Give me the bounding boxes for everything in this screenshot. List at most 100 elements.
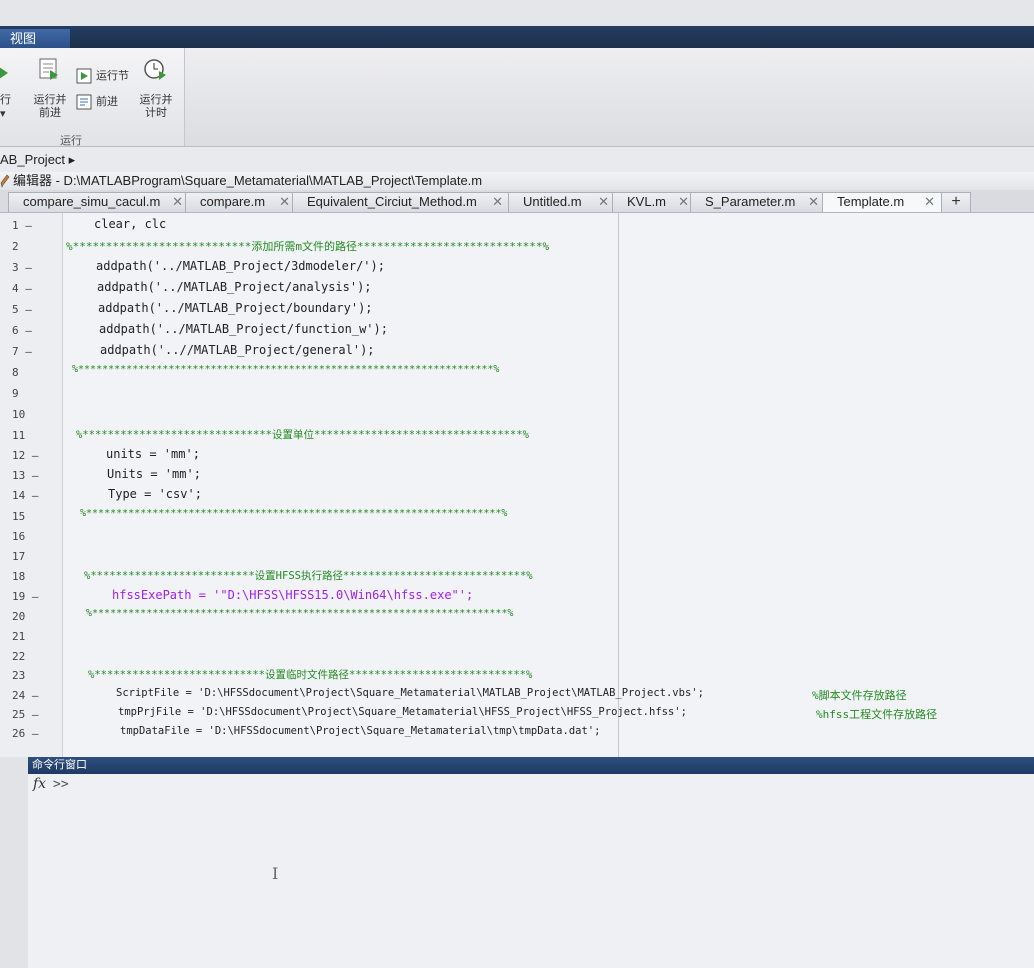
code-inline-comment[interactable]: %脚本文件存放路径 [812,687,907,703]
advance-button[interactable]: 前进 [96,96,118,109]
line-number: 21 [12,630,26,643]
code-comment-line[interactable]: %***************************添加所需m文件的路径**… [66,238,549,254]
code-line[interactable]: hfssExePath = '"D:\HFSS\HFSS15.0\Win64\h… [112,588,473,602]
line-number: 17 [12,550,26,563]
line-number: 9 [12,387,19,400]
run-and-advance-icon[interactable] [36,56,62,82]
line-number: 7 — [12,345,32,358]
tab-kvl[interactable]: KVL.m ✕ [612,192,696,212]
line-number: 15 [12,510,26,523]
run-button-label[interactable]: 行 [0,94,11,107]
ribbon: 行 ▾ 运行并 前进 运行节 前进 运行并 计时 运行 [0,48,1034,147]
close-icon[interactable]: ✕ [598,193,609,211]
add-tab-button[interactable]: + [941,192,971,212]
code-comment-line[interactable]: %***************************************… [86,608,513,619]
tab-label: Untitled.m [523,194,582,209]
run-section: 行 ▾ 运行并 前进 运行节 前进 运行并 计时 运行 [0,48,185,147]
line-number: 26 — [12,727,39,740]
code-editor[interactable]: 1 — 2 3 — 4 — 5 — 6 — 7 — 8 9 10 11 12 —… [0,213,1034,757]
code-line[interactable]: addpath('../MATLAB_Project/function_w'); [99,322,388,336]
code-comment-line[interactable]: %**************************设置HFSS执行路径***… [84,568,533,583]
run-section-icon[interactable] [76,68,92,84]
close-icon[interactable]: ✕ [924,193,935,211]
run-and-time-icon[interactable] [142,56,168,82]
close-icon[interactable]: ✕ [172,193,183,211]
run-group-label: 运行 [60,135,82,147]
tab-untitled[interactable]: Untitled.m ✕ [508,192,616,212]
editor-title-bar: 编辑器 - D:\MATLABProgram\Square_Metamateri… [0,172,1034,190]
close-icon[interactable]: ✕ [492,193,503,211]
line-number: 19 — [12,590,39,603]
code-line[interactable]: addpath('..//MATLAB_Project/general'); [100,343,375,357]
command-prompt: >> [53,777,69,792]
breadcrumb[interactable]: AB_Project ▸ [0,152,75,167]
tab-view[interactable]: 视图 [0,29,70,48]
line-number: 16 [12,530,26,543]
advance-icon[interactable] [76,94,92,110]
line-number: 2 [12,240,19,253]
line-number: 22 [12,650,26,663]
code-line[interactable]: addpath('../MATLAB_Project/boundary'); [98,301,373,315]
editor-tabs: compare_simu_cacul.m ✕ compare.m ✕ Equiv… [0,190,1034,213]
line-number: 6 — [12,324,32,337]
editor-title: 编辑器 - D:\MATLABProgram\Square_Metamateri… [13,173,483,188]
address-bar[interactable]: AB_Project ▸ [0,150,1034,170]
run-dropdown-icon[interactable]: ▾ [0,108,6,121]
tab-label: compare.m [200,194,266,209]
code-line[interactable]: units = 'mm'; [106,447,200,461]
line-number: 12 — [12,449,39,462]
code-line[interactable]: ScriptFile = 'D:\HFSSdocument\Project\Sq… [116,687,704,699]
run-and-advance-button[interactable]: 运行并 前进 [30,94,70,120]
tab-compare[interactable]: compare.m ✕ [185,192,297,212]
code-line[interactable]: Type = 'csv'; [108,487,202,501]
run-and-time-button[interactable]: 运行并 计时 [136,94,176,120]
window-top-bar [0,0,1034,26]
tab-label: Equivalent_Circiut_Method.m [307,194,477,209]
code-line[interactable]: clear, clc [94,217,166,231]
code-comment-line[interactable]: %***************************设置临时文件路径****… [88,667,532,682]
line-number: 23 [12,669,26,682]
line-number: 20 [12,610,26,623]
code-comment-line[interactable]: %***************************************… [80,508,507,519]
command-window[interactable]: fx >> [28,774,1034,968]
run-icon[interactable] [0,62,14,84]
text-cursor-icon: I [272,864,279,883]
code-line[interactable]: tmpPrjFile = 'D:\HFSSdocument\Project\Sq… [118,706,687,718]
tab-label: Template.m [837,194,905,209]
line-number: 1 — [12,219,32,232]
close-icon[interactable]: ✕ [678,193,689,211]
tab-equivalent-circiut-method[interactable]: Equivalent_Circiut_Method.m ✕ [292,192,510,212]
close-icon[interactable]: ✕ [279,193,290,211]
line-number: 13 — [12,469,39,482]
code-inline-comment[interactable]: %hfss工程文件存放路径 [816,706,937,722]
tab-template[interactable]: Template.m ✕ [822,192,942,212]
line-number: 14 — [12,489,39,502]
tab-label: KVL.m [627,194,667,209]
line-number: 10 [12,408,26,421]
tab-label: compare_simu_cacul.m [23,194,161,209]
line-number: 8 [12,366,19,379]
code-comment-line[interactable]: %******************************设置单位*****… [76,427,529,442]
line-number: 18 [12,570,26,583]
line-number: 11 [12,429,26,442]
code-line[interactable]: addpath('../MATLAB_Project/3dmodeler/'); [96,259,385,273]
ribbon-tab-strip: 视图 [0,26,1034,48]
code-comment-line[interactable]: %***************************************… [72,364,499,375]
code-line[interactable]: Units = 'mm'; [107,467,201,481]
pencil-icon [0,174,10,188]
code-line[interactable]: tmpDataFile = 'D:\HFSSdocument\Project\S… [120,725,600,737]
function-browser-icon[interactable]: fx [33,776,46,792]
run-section-button[interactable]: 运行节 [96,70,129,83]
line-number: 25 — [12,708,39,721]
tab-label: S_Parameter.m [705,194,796,209]
tab-s-parameter[interactable]: S_Parameter.m ✕ [690,192,826,212]
close-icon[interactable]: ✕ [808,193,819,211]
code-line[interactable]: addpath('../MATLAB_Project/analysis'); [97,280,372,294]
right-margin-line [618,213,619,757]
command-window-title[interactable]: 命令行窗口 [28,757,1034,774]
tab-compare-simu-cacul[interactable]: compare_simu_cacul.m ✕ [8,192,190,212]
line-number: 3 — [12,261,32,274]
left-panel-strip [0,757,29,968]
line-number: 5 — [12,303,32,316]
line-number: 4 — [12,282,32,295]
